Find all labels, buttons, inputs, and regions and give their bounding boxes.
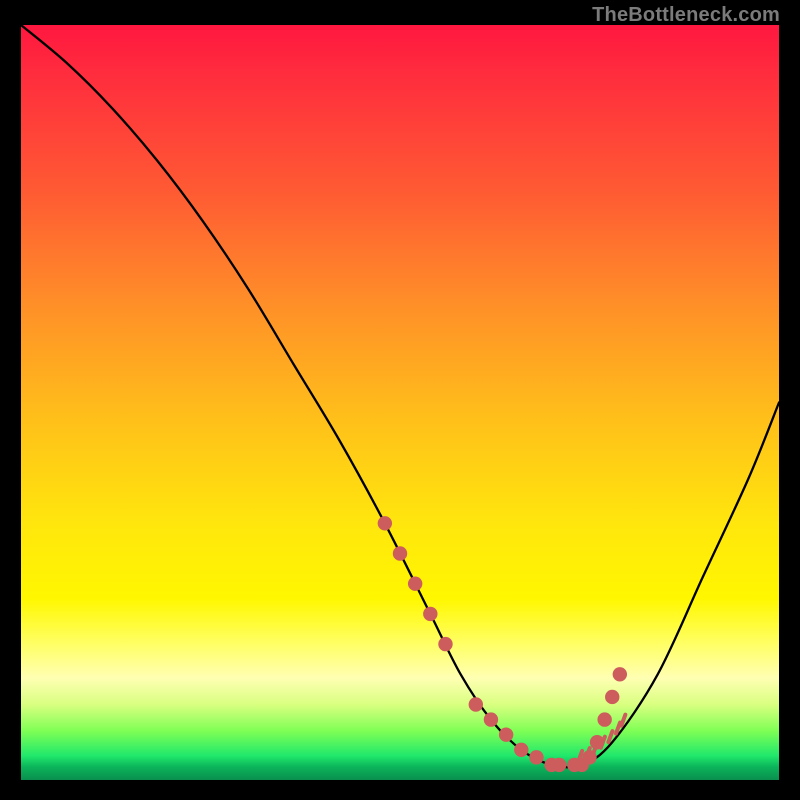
tick-mark xyxy=(621,715,625,726)
marker-dot xyxy=(408,577,422,591)
marker-dot xyxy=(597,712,611,726)
marker-dot xyxy=(499,728,513,742)
marker-dot xyxy=(552,758,566,772)
bottleneck-curve xyxy=(21,25,779,767)
marker-dot xyxy=(484,712,498,726)
marker-dot xyxy=(378,516,392,530)
marker-dot xyxy=(605,690,619,704)
marker-dot xyxy=(613,667,627,681)
plot-area xyxy=(21,25,779,780)
chart-frame: TheBottleneck.com xyxy=(0,0,800,800)
marker-dot xyxy=(393,546,407,560)
curve-line xyxy=(21,25,779,767)
highlight-markers xyxy=(378,516,627,772)
marker-dot xyxy=(438,637,452,651)
marker-dot xyxy=(423,607,437,621)
marker-dot xyxy=(529,750,543,764)
marker-dot xyxy=(469,697,483,711)
marker-dot xyxy=(582,750,596,764)
tick-mark xyxy=(608,731,612,742)
curve-svg xyxy=(21,25,779,780)
marker-dot xyxy=(514,743,528,757)
watermark-text: TheBottleneck.com xyxy=(592,4,780,27)
marker-dot xyxy=(590,735,604,749)
